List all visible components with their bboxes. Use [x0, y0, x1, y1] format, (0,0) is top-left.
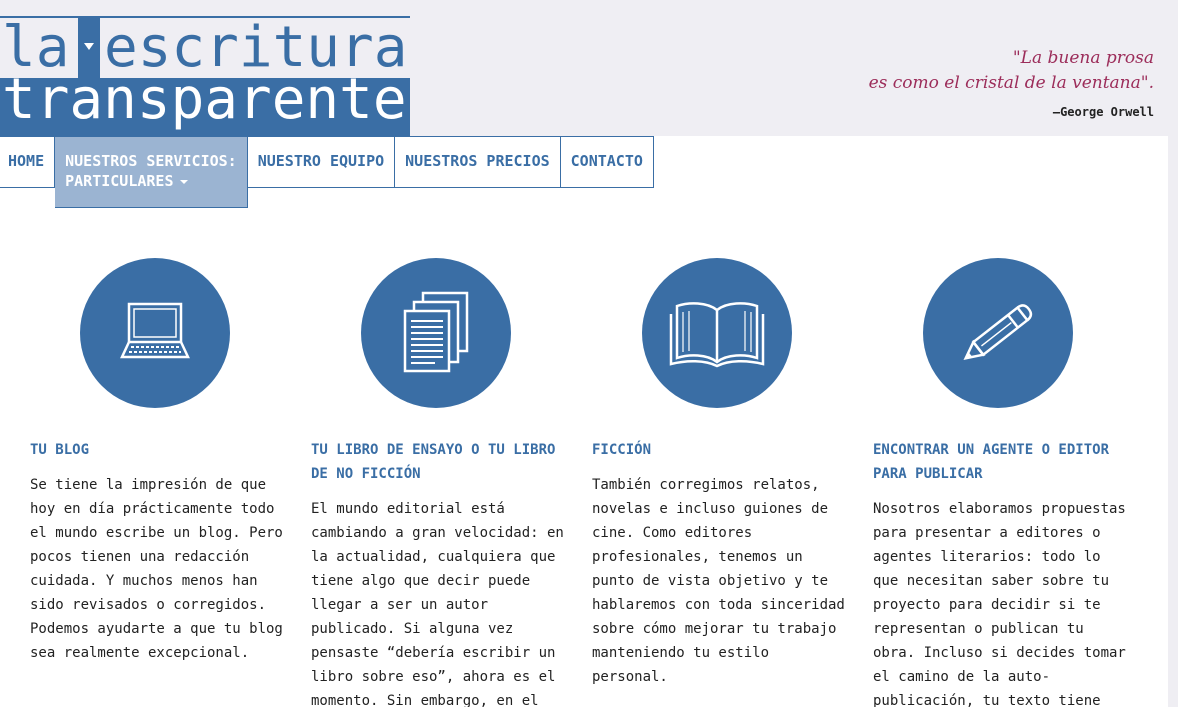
nav-contacto[interactable]: CONTACTO [560, 136, 654, 188]
logo-bottom-row: transparente [0, 70, 410, 136]
chevron-down-icon [179, 179, 188, 184]
quote-author: –George Orwell [1052, 105, 1154, 119]
service-title[interactable]: FICCIÓN [592, 438, 847, 462]
book-icon [669, 302, 765, 368]
nav-services-line-2: PARTICULARES [65, 172, 174, 190]
service-title[interactable]: TU BLOG [30, 438, 285, 462]
logo-word-transparente: transparente [2, 67, 407, 132]
service-description: También corregimos relatos, novelas e in… [592, 477, 845, 685]
header-quote: "La buena prosa es como el cristal de la… [869, 46, 1154, 96]
service-title[interactable]: ENCONTRAR UN AGENTE O EDITOR PARA PUBLIC… [873, 438, 1128, 486]
main-nav: HOME NUESTROS SERVICIOS: PARTICULARES NU… [0, 136, 654, 208]
service-agente: ENCONTRAR UN AGENTE O EDITOR PARA PUBLIC… [873, 258, 1128, 707]
service-description: Nosotros elaboramos propuestas para pres… [873, 501, 1126, 707]
page-scrollbar[interactable] [1168, 136, 1178, 707]
site-header: la escritura transparente "La buena pros… [0, 0, 1178, 136]
service-icon-circle[interactable] [642, 258, 792, 408]
quote-line-1: "La buena prosa [1012, 48, 1154, 68]
service-icon-circle[interactable] [923, 258, 1073, 408]
service-icon-circle[interactable] [361, 258, 511, 408]
service-title[interactable]: TU LIBRO DE ENSAYO O TU LIBRO DE NO FICC… [311, 438, 566, 486]
nav-precios[interactable]: NUESTROS PRECIOS [395, 136, 561, 188]
service-ensayo: TU LIBRO DE ENSAYO O TU LIBRO DE NO FICC… [311, 258, 566, 707]
quote-line-2: es como el cristal de la ventana". [868, 73, 1154, 93]
service-blog: TU BLOG Se tiene la impresión de que hoy… [30, 258, 285, 665]
nav-home[interactable]: HOME [0, 136, 56, 188]
computer-icon [120, 302, 190, 359]
service-ficcion: FICCIÓN También corregimos relatos, nove… [592, 258, 847, 689]
site-logo[interactable]: la escritura transparente [0, 16, 410, 136]
service-description: El mundo editorial está cambiando a gran… [311, 501, 564, 707]
documents-icon [403, 291, 469, 373]
nav-services-particulares[interactable]: NUESTROS SERVICIOS: PARTICULARES [55, 136, 248, 208]
nav-services-line-1: NUESTROS SERVICIOS: [65, 152, 237, 170]
main-content: HOME NUESTROS SERVICIOS: PARTICULARES NU… [0, 136, 1168, 707]
service-icon-circle[interactable] [80, 258, 230, 408]
service-description: Se tiene la impresión de que hoy en día … [30, 477, 283, 661]
nav-equipo[interactable]: NUESTRO EQUIPO [247, 136, 396, 188]
pencil-icon [963, 304, 1033, 360]
